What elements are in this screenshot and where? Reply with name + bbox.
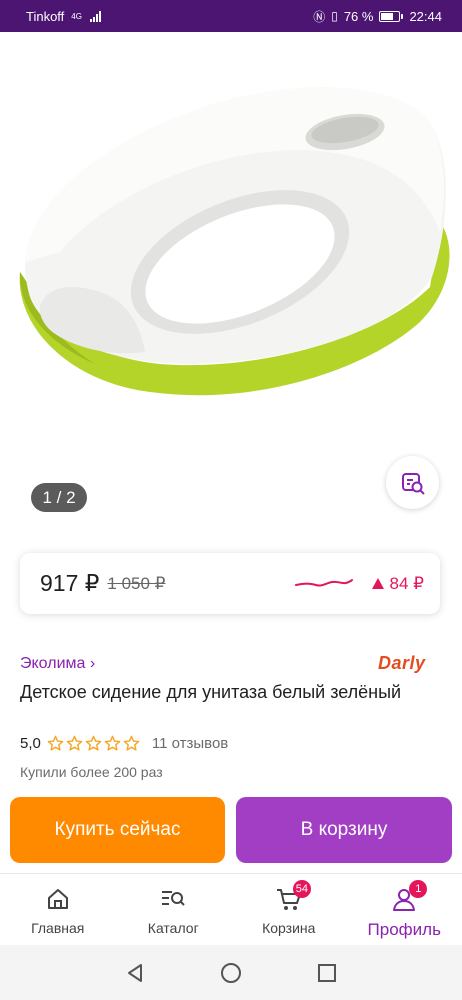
vibrate-icon: ▯: [331, 9, 338, 23]
catalog-search-icon: [159, 884, 187, 914]
clock: 22:44: [409, 8, 442, 24]
star-icon: [104, 735, 121, 751]
cart-icon: 54: [275, 880, 311, 914]
home-circle-icon[interactable]: [220, 962, 242, 984]
back-icon[interactable]: [125, 963, 145, 983]
nav-catalog[interactable]: Каталог: [116, 874, 232, 946]
nav-home-label: Главная: [31, 920, 85, 936]
product-gallery[interactable]: 1 / 2: [0, 32, 462, 532]
price-change-value: 84 ₽: [389, 573, 424, 593]
profile-icon: 1: [391, 880, 428, 914]
product-image: [19, 87, 450, 396]
cart-badge: 54: [292, 880, 311, 898]
status-right: Ⓝ ▯ 76 % 22:44: [313, 8, 442, 25]
nav-profile[interactable]: 1 Профиль: [347, 874, 462, 946]
star-icon: [47, 735, 64, 751]
reviews-count[interactable]: 11 отзывов: [152, 735, 228, 752]
rating-row[interactable]: 5,0 11 отзывов: [20, 735, 228, 752]
system-navigation-bar: [0, 945, 462, 1000]
image-counter: 1 / 2: [31, 483, 87, 512]
profile-badge: 1: [409, 880, 428, 898]
nav-catalog-label: Каталог: [147, 920, 199, 936]
add-to-cart-button[interactable]: В корзину: [236, 797, 452, 863]
product-title: Детское сидение для унитаза белый зелёны…: [20, 682, 402, 702]
price-history-sparkline: [294, 578, 353, 587]
star-icon: [123, 735, 140, 751]
battery-percent: 76 %: [343, 8, 374, 24]
rating-stars: [47, 735, 140, 752]
nav-profile-label: Профиль: [367, 920, 441, 939]
brand-logo[interactable]: Darly: [378, 653, 426, 674]
buy-now-button[interactable]: Купить сейчас: [10, 797, 225, 863]
recent-apps-icon[interactable]: [317, 963, 337, 983]
old-price: 1 050 ₽: [107, 573, 166, 593]
seller-link[interactable]: Эколима ›: [20, 655, 95, 673]
star-icon: [85, 735, 102, 751]
carrier-name: Tinkoff: [26, 8, 65, 24]
price-change: 84 ₽: [371, 573, 424, 594]
current-price: 917 ₽: [40, 570, 100, 596]
nav-cart-label: Корзина: [262, 920, 316, 936]
image-search-icon: [401, 472, 425, 495]
rating-value: 5,0: [20, 735, 41, 752]
nav-home[interactable]: Главная: [0, 874, 116, 946]
price-up-icon: [371, 578, 384, 589]
find-similar-button[interactable]: [386, 456, 439, 509]
purchase-count: Купили более 200 раз: [20, 764, 163, 780]
status-bar: Tinkoff 4G Ⓝ ▯ 76 % 22:44: [0, 0, 462, 32]
bottom-navigation: Главная Каталог 54 Корзина 1 Профиль: [0, 873, 462, 946]
star-icon: [66, 735, 83, 751]
battery-icon: [379, 10, 404, 22]
signal-icon: [89, 10, 101, 22]
network-type: 4G: [71, 11, 82, 21]
status-left: Tinkoff 4G: [26, 9, 101, 24]
nav-cart[interactable]: 54 Корзина: [231, 874, 347, 946]
home-icon: [45, 884, 71, 914]
price-card[interactable]: 917 ₽ 1 050 ₽ 84 ₽: [20, 553, 440, 614]
nfc-icon: Ⓝ: [313, 9, 326, 24]
